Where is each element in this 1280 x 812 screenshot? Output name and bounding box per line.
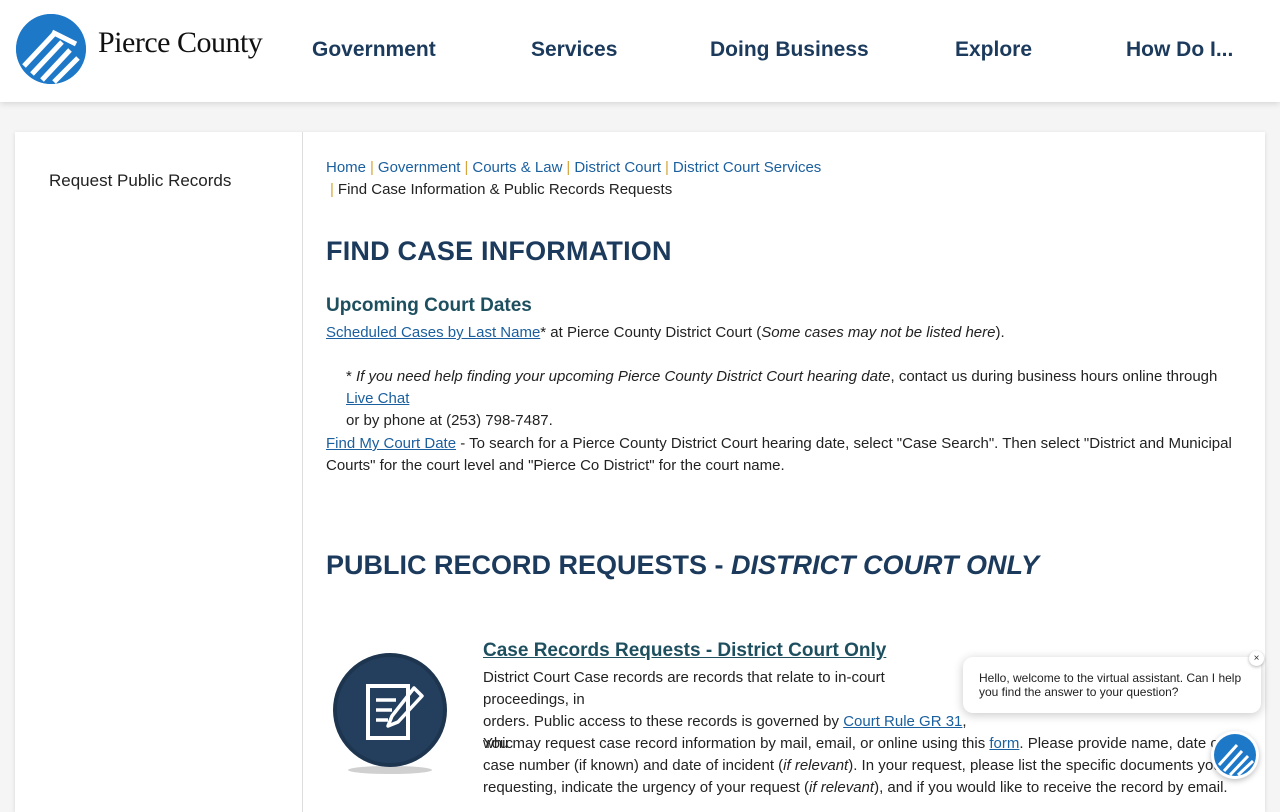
breadcrumb-separator: |: [464, 159, 469, 176]
live-chat-link[interactable]: Live Chat: [346, 390, 409, 407]
request-instructions-line2-italic: if relevant: [783, 757, 849, 774]
scheduled-cases-paragraph: Scheduled Cases by Last Name* at Pierce …: [326, 322, 1226, 344]
scheduled-cases-text-end: ).: [995, 324, 1005, 341]
virtual-assistant-bubble[interactable]: Hello, welcome to the virtual assistant.…: [963, 657, 1261, 713]
request-instructions-line3-italic: if relevant: [809, 779, 875, 796]
nav-explore[interactable]: Explore: [955, 38, 1032, 62]
nav-doing-business[interactable]: Doing Business: [710, 38, 869, 62]
breadcrumb-government[interactable]: Government: [378, 159, 461, 176]
case-records-requests-link[interactable]: Case Records Requests - District Court O…: [483, 640, 886, 661]
request-instructions-line2-end: ). In your request, please list the spec…: [848, 757, 1235, 774]
case-records-desc-line2: orders. Public access to these records i…: [483, 713, 844, 730]
request-instructions: You may request case record information …: [483, 733, 1248, 799]
nav-how-do-i[interactable]: How Do I...: [1126, 38, 1233, 62]
scheduled-cases-note: Some cases may not be listed here: [761, 324, 996, 341]
logo-text: Pierce County: [98, 26, 263, 59]
request-instructions-text: You may request case record information …: [483, 735, 990, 752]
public-records-heading-italic: DISTRICT COURT ONLY: [731, 550, 1040, 580]
help-note-phone: or by phone at (253) 798-7487.: [346, 412, 553, 429]
site-header: Pierce County Government Services Doing …: [0, 0, 1280, 102]
find-my-court-date-link[interactable]: Find My Court Date: [326, 435, 456, 452]
mountain-logo-icon: [16, 14, 86, 84]
case-records-heading: Case Records Requests - District Court O…: [483, 640, 886, 662]
breadcrumb-home[interactable]: Home: [326, 159, 366, 176]
help-note-text: , contact us during business hours onlin…: [890, 368, 1218, 385]
breadcrumb-separator: |: [330, 181, 334, 198]
breadcrumb-separator: |: [566, 159, 571, 176]
help-note-italic: If you need help finding your upcoming P…: [356, 368, 891, 385]
help-note-star: *: [346, 368, 357, 385]
sidebar-item-request-public-records[interactable]: Request Public Records: [49, 171, 231, 191]
breadcrumb-district-court[interactable]: District Court: [574, 159, 661, 176]
help-note-paragraph: * If you need help finding your upcoming…: [346, 366, 1246, 432]
breadcrumb-separator: |: [370, 159, 374, 176]
public-records-heading: PUBLIC RECORD REQUESTS - DISTRICT COURT …: [326, 550, 1039, 581]
request-form-link[interactable]: form: [989, 735, 1019, 752]
court-rule-gr31-link[interactable]: Court Rule GR 31: [843, 713, 962, 730]
request-instructions-line3-end: ), and if you would like to receive the …: [874, 779, 1228, 796]
document-edit-icon: [332, 652, 448, 774]
breadcrumb-current: Find Case Information & Public Records R…: [337, 181, 673, 198]
nav-services[interactable]: Services: [531, 38, 617, 62]
scheduled-cases-link[interactable]: Scheduled Cases by Last Name: [326, 324, 540, 341]
case-records-desc-line1: District Court Case records are records …: [483, 669, 885, 708]
breadcrumb: Home | Government | Courts & Law | District Co…: [326, 157, 886, 201]
find-court-date-text: - To search for a Pierce County District…: [326, 435, 1232, 474]
breadcrumb-courts-law[interactable]: Courts & Law: [472, 159, 562, 176]
pierce-county-logo[interactable]: Pierce County: [16, 14, 263, 84]
sidebar: Request Public Records: [15, 132, 303, 812]
virtual-assistant-avatar-icon[interactable]: [1211, 731, 1259, 779]
page-title: FIND CASE INFORMATION: [326, 236, 672, 266]
breadcrumb-separator: |: [665, 159, 669, 176]
find-court-date-paragraph: Find My Court Date - To search for a Pie…: [326, 433, 1236, 477]
request-instructions-line3: requesting, indicate the urgency of your…: [483, 779, 810, 796]
breadcrumb-district-court-services[interactable]: District Court Services: [673, 159, 821, 176]
public-records-heading-text: PUBLIC RECORD REQUESTS -: [326, 550, 732, 580]
nav-government[interactable]: Government: [312, 38, 436, 62]
close-icon[interactable]: ×: [1249, 651, 1264, 666]
scheduled-cases-text: * at Pierce County District Court (: [540, 324, 762, 341]
upcoming-court-dates-heading: Upcoming Court Dates: [326, 295, 532, 316]
request-instructions-line2: case number (if known) and date of incid…: [483, 757, 784, 774]
